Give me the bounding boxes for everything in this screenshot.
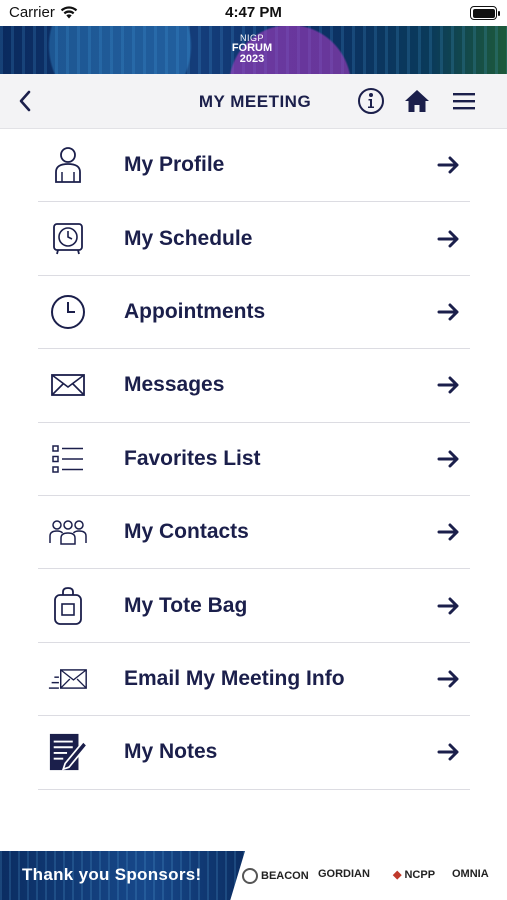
group-icon: [48, 512, 88, 552]
status-bar: Carrier 4:47 PM: [0, 0, 507, 26]
menu-item-label: Appointments: [124, 299, 266, 323]
beacon-logo-icon: [242, 868, 258, 884]
menu-item-label: My Schedule: [124, 226, 253, 250]
logo-line3: 2023: [239, 53, 265, 65]
sponsors-footer[interactable]: Thank you Sponsors! BEACON GORDIAN ◆ NCP…: [0, 851, 507, 900]
person-icon: [48, 145, 88, 185]
bag-icon: [48, 586, 88, 626]
menu-item-my-schedule[interactable]: My Schedule: [38, 202, 470, 276]
arrow-right-icon: [436, 521, 462, 543]
clock-icon: [48, 292, 88, 332]
alarm-clock-icon: [48, 219, 88, 259]
checklist-icon: [48, 439, 88, 479]
hamburger-menu-icon: [453, 93, 475, 110]
arrow-right-icon: [436, 301, 462, 323]
status-time: 4:47 PM: [225, 4, 282, 21]
arrow-right-icon: [436, 228, 462, 250]
navigation-bar: MY MEETING: [0, 74, 507, 129]
menu-item-label: Email My Meeting Info: [124, 666, 345, 690]
sponsor-logo-omnia: OMNIA: [452, 868, 489, 880]
menu-item-my-notes[interactable]: My Notes: [38, 716, 470, 790]
event-banner: NIGP FORUM 2023: [0, 26, 507, 74]
forum-logo: NIGP FORUM 2023: [226, 34, 278, 65]
menu-item-label: Messages: [124, 373, 225, 397]
info-icon: [358, 88, 384, 114]
battery-icon: [470, 6, 500, 20]
menu-item-favorites-list[interactable]: Favorites List: [38, 423, 470, 496]
info-button[interactable]: [356, 86, 386, 116]
menu-item-label: My Contacts: [124, 520, 249, 544]
home-button[interactable]: [402, 86, 432, 116]
menu-button[interactable]: [449, 86, 479, 116]
menu-item-my-contacts[interactable]: My Contacts: [38, 496, 470, 570]
chevron-left-icon: [19, 90, 31, 112]
menu-item-label: My Notes: [124, 740, 218, 764]
sponsors-thanks-text: Thank you Sponsors!: [22, 865, 202, 884]
arrow-right-icon: [436, 668, 462, 690]
arrow-right-icon: [436, 448, 462, 470]
menu-item-email-my-meeting-info[interactable]: Email My Meeting Info: [38, 643, 470, 717]
menu-item-my-tote-bag[interactable]: My Tote Bag: [38, 569, 470, 643]
page-title: MY MEETING: [198, 92, 312, 111]
meeting-menu: My Profile My Schedule Appointments Mess…: [38, 129, 470, 790]
home-icon: [405, 90, 429, 112]
menu-item-label: Favorites List: [124, 446, 261, 470]
notes-icon: [48, 732, 88, 772]
sponsor-logo-ncpp: ◆ NCPP: [393, 868, 436, 882]
arrow-right-icon: [436, 741, 462, 763]
arrow-right-icon: [436, 154, 462, 176]
send-mail-icon: [48, 659, 88, 699]
menu-item-messages[interactable]: Messages: [38, 349, 470, 423]
ncpp-logo-icon: ◆: [393, 869, 402, 881]
sponsor-logo-gordian: GORDIAN: [318, 868, 370, 880]
envelope-icon: [48, 365, 88, 405]
menu-item-appointments[interactable]: Appointments: [38, 276, 470, 350]
menu-item-my-profile[interactable]: My Profile: [38, 129, 470, 203]
menu-item-label: My Tote Bag: [124, 593, 248, 617]
menu-item-label: My Profile: [124, 153, 225, 177]
arrow-right-icon: [436, 595, 462, 617]
arrow-right-icon: [436, 374, 462, 396]
sponsor-logo-beacon: BEACON: [242, 868, 309, 884]
back-button[interactable]: [10, 86, 40, 116]
